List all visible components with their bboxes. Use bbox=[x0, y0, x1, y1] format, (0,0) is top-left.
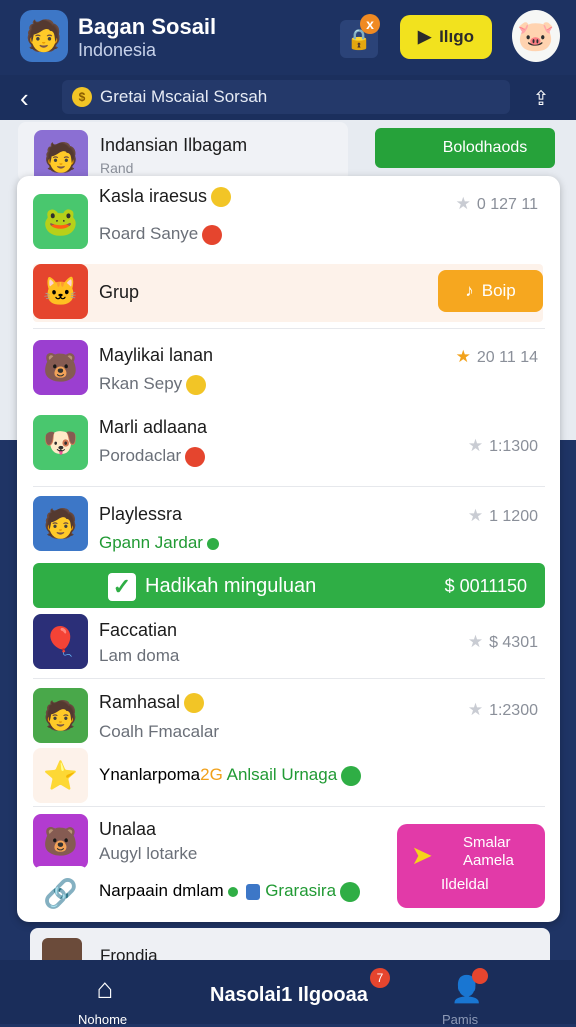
arrow-icon: ➤ bbox=[411, 840, 433, 870]
row-title: Ramhasal bbox=[99, 692, 205, 714]
row-thumbnail: 🎈 bbox=[33, 614, 88, 669]
home-icon[interactable]: ⌂ bbox=[90, 973, 120, 1004]
breadcrumb[interactable]: $ Gretai Mscaial Sorsah bbox=[62, 80, 510, 114]
row-value: ★ $ 4301 bbox=[467, 632, 538, 651]
row-value: ★ 1:2300 bbox=[467, 700, 538, 719]
group-title: Indansian Ilbagam bbox=[100, 135, 248, 155]
divider bbox=[33, 486, 545, 487]
profile-badge bbox=[472, 968, 488, 984]
group-card[interactable]: 🧑 Indansian Ilbagam Rand bbox=[18, 122, 348, 184]
banner-label: Hadikah minguluan bbox=[145, 575, 317, 597]
mixed-info-line: Narpaain dmlam Grarasira bbox=[99, 881, 361, 902]
row-subtitle: Roard Sanye bbox=[99, 224, 223, 245]
back-button[interactable]: ‹ bbox=[20, 83, 46, 113]
boip-button[interactable]: ♪ Boip bbox=[438, 270, 543, 312]
star-icon: ★ bbox=[467, 506, 484, 525]
row-thumbnail: 🐻 bbox=[33, 814, 88, 869]
grup-thumbnail: 🐱 bbox=[33, 264, 88, 319]
star-icon: ★ bbox=[455, 194, 471, 213]
star-icon: ★ bbox=[467, 632, 484, 651]
star-thumbnail: ⭐ bbox=[33, 748, 88, 803]
mixed-info-line: Ynanlarpoma2G Anlsail Urnaga bbox=[99, 765, 362, 786]
row-title: Playlessra bbox=[99, 504, 183, 524]
notification-badge: x bbox=[360, 14, 380, 34]
row-thumbnail: 🧑 bbox=[33, 688, 88, 743]
nav-bar: ‹ $ Gretai Mscaial Sorsah ⇪ bbox=[0, 75, 576, 120]
play-button-label: Ilıgo bbox=[439, 27, 475, 46]
divider bbox=[33, 678, 545, 679]
row-subtitle: Rkan Sepy bbox=[99, 374, 207, 395]
row-value: ★ 20 11 14 bbox=[455, 347, 538, 366]
tab-bar: ⌂ Nohome Nasolai1 Ilgooaa 7 👤 Pamis bbox=[0, 960, 576, 1027]
coin-icon: $ bbox=[72, 87, 92, 107]
row-title: Kasla iraesus bbox=[99, 186, 232, 208]
row-title: Marli adlaana bbox=[99, 417, 208, 437]
star-icon: ★ bbox=[467, 436, 484, 455]
star-icon: ★ bbox=[467, 700, 484, 719]
breadcrumb-label: Gretai Mscaial Sorsah bbox=[100, 87, 268, 106]
check-icon: ✓ bbox=[108, 573, 136, 601]
divider bbox=[33, 328, 545, 329]
boip-label: Boip bbox=[481, 281, 516, 300]
share-button[interactable]: ⇪ bbox=[525, 83, 557, 113]
app-subtitle: Indonesia bbox=[78, 40, 157, 60]
mascot-avatar[interactable]: 🐷 bbox=[512, 10, 560, 62]
promo-card[interactable]: ➤ Smalar Aamela Ildeldal bbox=[397, 824, 545, 908]
play-icon: ▶ bbox=[417, 27, 432, 46]
row-title: Unalaa bbox=[99, 819, 157, 839]
tab-home-label[interactable]: Nohome bbox=[78, 1012, 127, 1027]
row-title: Maylikai lanan bbox=[99, 345, 214, 365]
tab-center-badge: 7 bbox=[370, 968, 390, 988]
row-value: ★ 0 127 11 bbox=[455, 194, 538, 213]
row-thumbnail: 🧑 bbox=[33, 496, 88, 551]
promo-line-3: Ildeldal bbox=[441, 876, 489, 893]
promo-line-2: Aamela bbox=[463, 852, 514, 869]
row-thumbnail: 🐻 bbox=[33, 340, 88, 395]
grup-title: Grup bbox=[99, 282, 140, 302]
user-avatar[interactable]: 🧑 bbox=[20, 10, 68, 62]
app-title: Bagan Sosail bbox=[78, 14, 217, 39]
row-thumbnail: 🐶 bbox=[33, 415, 88, 470]
music-icon: ♪ bbox=[465, 281, 474, 300]
divider bbox=[33, 806, 545, 807]
row-thumbnail: 🐸 bbox=[33, 194, 88, 249]
row-title: Faccatian bbox=[99, 620, 178, 640]
link-thumbnail: 🔗 bbox=[33, 866, 88, 921]
app-header: 🧑 Bagan Sosail Indonesia 🔒 x ▶ Ilıgo 🐷 bbox=[0, 0, 576, 75]
row-subtitle: Porodaclar bbox=[99, 446, 206, 467]
highlight-banner[interactable]: ✓ Hadikah minguluan $ 0011150 bbox=[33, 563, 545, 608]
row-subtitle: Augyl lotarke bbox=[99, 844, 198, 863]
star-icon: ★ bbox=[455, 347, 471, 366]
bolodhaods-label: Bolodhaods bbox=[442, 139, 528, 156]
tab-center-label[interactable]: Nasolai1 Ilgooaa bbox=[210, 984, 368, 1007]
tab-profile-label[interactable]: Pamis bbox=[442, 1012, 478, 1027]
group-subtitle: Rand bbox=[100, 160, 134, 176]
banner-value: $ 0011150 bbox=[444, 576, 527, 596]
main-panel: 🐸 Kasla iraesus Roard Sanye ★ 0 127 11 🐱 … bbox=[17, 176, 560, 922]
bolodhaods-button[interactable]: Bolodhaods bbox=[375, 128, 555, 168]
promo-line-1: Smalar bbox=[463, 834, 511, 851]
play-button[interactable]: ▶ Ilıgo bbox=[400, 15, 492, 59]
row-value: ★ 1:1300 bbox=[467, 436, 538, 455]
row-subtitle: Lam doma bbox=[99, 646, 180, 665]
row-subtitle: Gpann Jardar bbox=[99, 533, 219, 553]
row-subtitle: Coalh Fmacalar bbox=[99, 722, 219, 741]
row-value: ★ 1 1200 bbox=[467, 506, 538, 525]
